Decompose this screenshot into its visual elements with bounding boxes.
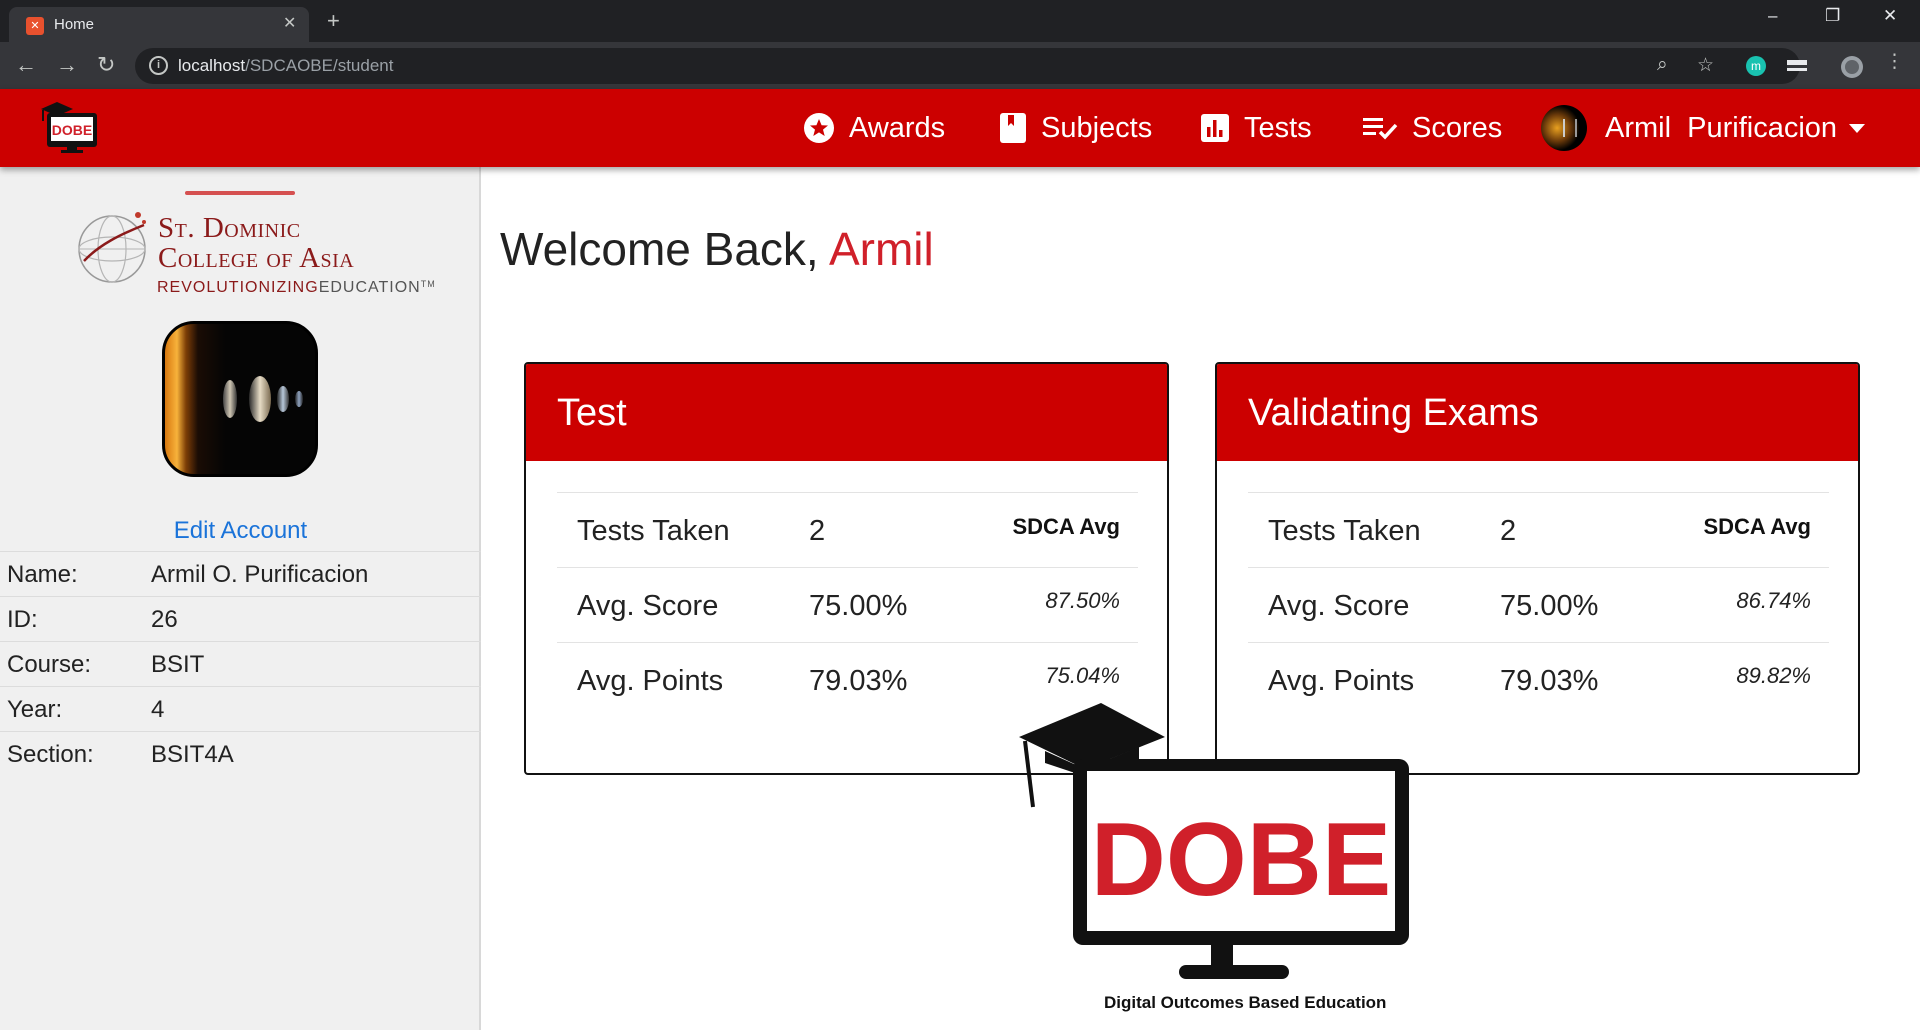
student-info-table: Name: Armil O. Purificacion ID: 26 Cours… <box>0 551 481 776</box>
card-title: Validating Exams <box>1217 364 1858 461</box>
nav-tests[interactable]: Tests <box>1200 89 1312 167</box>
nav-awards-label: Awards <box>849 111 946 144</box>
book-icon <box>999 112 1027 144</box>
new-tab-icon[interactable]: + <box>327 8 340 34</box>
stat-row-tests-taken: Tests Taken 2 SDCA Avg <box>557 492 1138 567</box>
tab-title: Home <box>54 16 95 33</box>
browser-tab[interactable]: ✕ Home ✕ <box>9 7 309 42</box>
info-row-id: ID: 26 <box>0 596 481 641</box>
svg-text:m: m <box>1751 59 1761 73</box>
zoom-icon[interactable]: ⌕ <box>1657 54 1668 76</box>
browser-tab-strip: ✕ Home ✕ + – ❐ ✕ <box>0 0 1920 42</box>
xampp-favicon-icon: ✕ <box>26 17 44 35</box>
back-icon[interactable]: ← <box>15 52 37 78</box>
minimize-window-icon[interactable]: – <box>1768 6 1777 26</box>
address-bar[interactable]: i localhost/SDCAOBE/student ⌕ ☆ <box>135 48 1800 84</box>
divider <box>185 191 295 195</box>
forward-icon[interactable]: → <box>56 52 78 78</box>
info-row-name: Name: Armil O. Purificacion <box>0 551 481 596</box>
info-row-year: Year: 4 <box>0 686 481 731</box>
user-menu[interactable]: Armil Purificacion <box>1541 89 1866 167</box>
checklist-icon <box>1362 114 1398 142</box>
info-row-course: Course: BSIT <box>0 641 481 686</box>
svg-text:DOBE: DOBE <box>52 122 92 138</box>
svg-text:DOBE: DOBE <box>1091 802 1391 918</box>
user-name: Armil Purificacion <box>1605 111 1838 144</box>
dobe-brand-logo-icon: DOBE <box>1019 703 1409 979</box>
star-icon <box>803 112 835 144</box>
profile-avatar-icon[interactable] <box>1840 55 1864 79</box>
reload-icon[interactable]: ↻ <box>97 52 115 78</box>
nav-subjects[interactable]: Subjects <box>999 89 1152 167</box>
extension-flag-icon[interactable] <box>1785 55 1809 77</box>
chevron-down-icon <box>1849 123 1866 133</box>
extension-m-icon[interactable]: m <box>1745 55 1767 77</box>
bookmark-star-icon[interactable]: ☆ <box>1697 54 1714 77</box>
profile-sidebar: St. Dominic College of Asia REVOLUTIONIZ… <box>0 167 481 1030</box>
edit-account-link[interactable]: Edit Account <box>0 517 481 545</box>
bar-chart-icon <box>1200 113 1230 143</box>
site-info-icon[interactable]: i <box>149 56 168 75</box>
dobe-logo-icon[interactable]: DOBE <box>37 99 107 155</box>
profile-photo <box>162 321 318 477</box>
brand-caption: Digital Outcomes Based Education <box>1104 993 1387 1012</box>
browser-toolbar: ← → ↻ i localhost/SDCAOBE/student ⌕ ☆ m … <box>0 42 1920 89</box>
page-title: Welcome Back, Armil <box>500 223 934 275</box>
close-window-icon[interactable]: ✕ <box>1883 6 1897 26</box>
stat-row-avg-score: Avg. Score 75.00% 87.50% <box>557 567 1138 642</box>
url-text[interactable]: localhost/SDCAOBE/student <box>178 56 393 76</box>
college-tagline: REVOLUTIONIZINGEDUCATIONTM <box>157 279 436 296</box>
card-title: Test <box>526 364 1167 461</box>
stat-row-tests-taken: Tests Taken 2 SDCA Avg <box>1248 492 1829 567</box>
globe-logo-icon <box>78 212 146 283</box>
info-row-section: Section: BSIT4A <box>0 731 481 776</box>
close-tab-icon[interactable]: ✕ <box>283 13 296 33</box>
nav-awards[interactable]: Awards <box>803 89 945 167</box>
nav-scores[interactable]: Scores <box>1362 89 1502 167</box>
app-navbar: DOBE Awards Subjects Tests Scores Armil … <box>0 89 1920 167</box>
stat-row-avg-score: Avg. Score 75.00% 86.74% <box>1248 567 1829 642</box>
user-avatar <box>1541 105 1587 151</box>
nav-tests-label: Tests <box>1244 111 1312 144</box>
college-name: St. Dominic College of Asia <box>158 212 355 274</box>
restore-window-icon[interactable]: ❐ <box>1825 6 1840 26</box>
nav-scores-label: Scores <box>1412 111 1503 144</box>
browser-menu-icon[interactable]: ⋮ <box>1885 50 1904 73</box>
nav-subjects-label: Subjects <box>1041 111 1153 144</box>
